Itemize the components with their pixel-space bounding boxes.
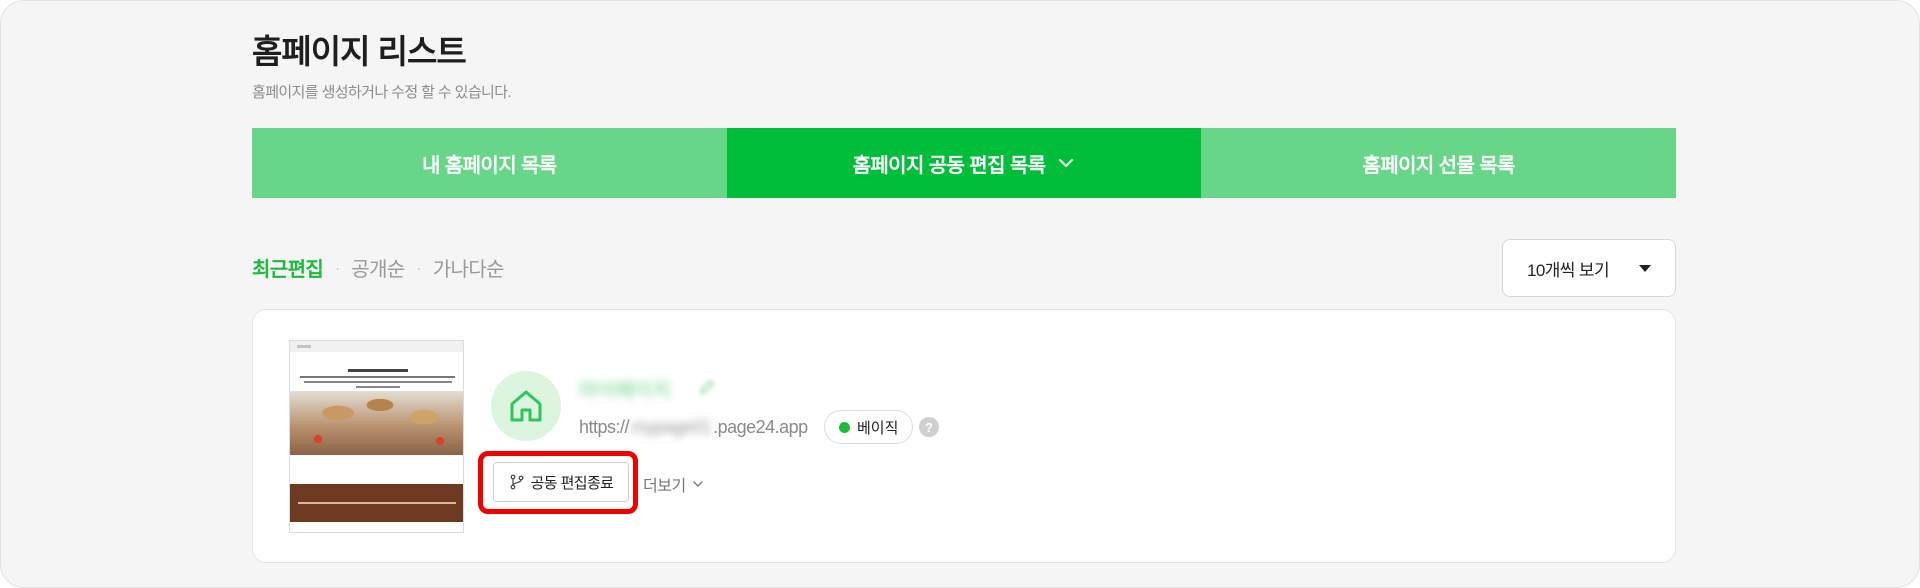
- sort-separator: ·: [335, 259, 340, 276]
- sort-separator: ·: [416, 259, 422, 276]
- tab-label: 홈페이지 선물 목록: [1362, 154, 1516, 177]
- status-dot: [839, 421, 850, 433]
- tab-label: 내 홈페이지 목록: [422, 154, 557, 177]
- url-prefix: https://: [579, 417, 630, 437]
- help-icon[interactable]: ?: [919, 417, 939, 437]
- page-size-select[interactable]: 10개씩 보기: [1502, 239, 1676, 297]
- home-icon: [491, 371, 561, 441]
- plan-badge: 베이직: [824, 410, 914, 444]
- end-coedit-label: 공동 편집종료: [530, 474, 614, 492]
- caret-down-icon: [1639, 264, 1651, 272]
- page-subtitle: 홈페이지를 생성하거나 수정 할 수 있습니다.: [252, 84, 512, 101]
- list-tabs: 내 홈페이지 목록 홈페이지 공동 편집 목록 홈페이지 선물 목록: [252, 128, 1677, 198]
- app-frame: 홈페이지 리스트 홈페이지를 생성하거나 수정 할 수 있습니다. 내 홈페이지…: [0, 0, 1920, 588]
- page-title: 홈페이지 리스트: [252, 33, 467, 70]
- branch-icon: [510, 474, 524, 490]
- url-suffix: .page24.app: [713, 417, 808, 437]
- tab-label: 홈페이지 공동 편집 목록: [852, 154, 1046, 177]
- chevron-down-icon: [692, 481, 703, 487]
- sort-public[interactable]: 공개순: [351, 253, 405, 282]
- tab-gift-homepages[interactable]: 홈페이지 선물 목록: [1201, 128, 1677, 198]
- sort-options: 최근편집 · 공개순 · 가나다순: [252, 253, 505, 282]
- page-size-value: 10개씩 보기: [1527, 260, 1610, 280]
- site-name[interactable]: 마이페이지: [579, 374, 671, 403]
- url-hidden-part: mypage01: [631, 417, 712, 437]
- chevron-down-icon: [1059, 159, 1074, 167]
- more-dropdown[interactable]: 더보기: [643, 472, 704, 496]
- homepage-thumbnail[interactable]: [289, 340, 464, 533]
- homepage-card: 마이페이지 https:// mypage01 .page24.app 베이직 …: [252, 309, 1676, 563]
- plan-badge-label: 베이직: [857, 419, 899, 437]
- tab-my-homepages[interactable]: 내 홈페이지 목록: [252, 128, 727, 198]
- sort-recent-edit[interactable]: 최근편집: [252, 253, 324, 282]
- end-coedit-button[interactable]: 공동 편집종료: [493, 462, 629, 502]
- thumbnail-topbar: [290, 341, 463, 352]
- edit-pencil-icon[interactable]: [698, 378, 716, 396]
- tab-coedit-homepages[interactable]: 홈페이지 공동 편집 목록: [726, 128, 1202, 198]
- site-url[interactable]: https:// mypage01 .page24.app: [579, 417, 808, 438]
- more-label: 더보기: [643, 478, 686, 495]
- sort-alphabetical[interactable]: 가나다순: [433, 253, 505, 282]
- thumbnail-footer-band: [290, 484, 463, 522]
- thumbnail-bread-photo: [290, 391, 463, 455]
- home-icon-glyph: [510, 390, 542, 422]
